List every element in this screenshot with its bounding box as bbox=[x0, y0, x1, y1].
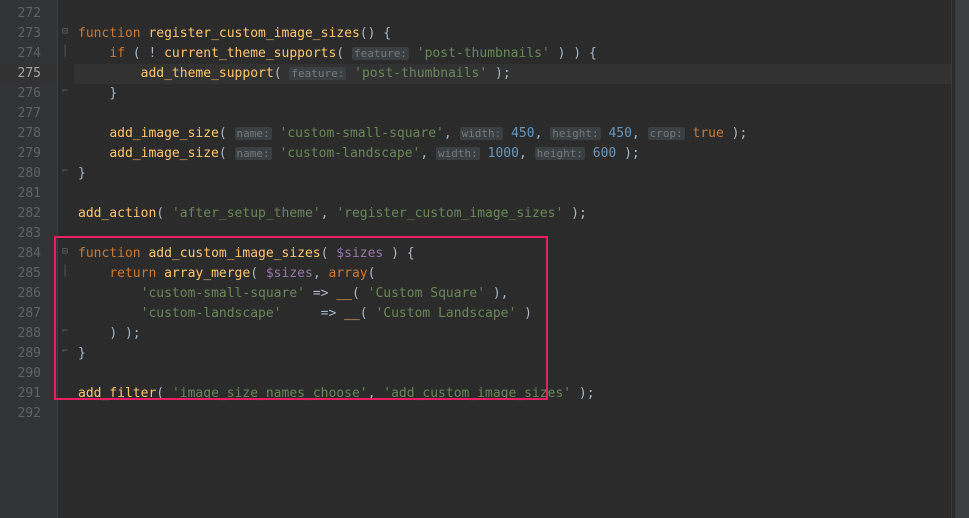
code-line[interactable]: } bbox=[74, 84, 951, 104]
code-editor[interactable]: function register_custom_image_sizes() {… bbox=[74, 0, 951, 518]
param-hint: crop: bbox=[648, 127, 685, 140]
fold-minus-icon[interactable]: ⊟ bbox=[60, 247, 70, 257]
line-number[interactable]: 282 bbox=[0, 204, 57, 224]
code-line[interactable] bbox=[74, 224, 951, 244]
param-hint: name: bbox=[235, 127, 272, 140]
line-number[interactable]: 291 bbox=[0, 384, 57, 404]
code-line[interactable] bbox=[74, 104, 951, 124]
line-number[interactable]: 275 bbox=[0, 64, 57, 84]
code-line[interactable]: if ( ! current_theme_supports( feature: … bbox=[74, 44, 951, 64]
line-number[interactable]: 279 bbox=[0, 144, 57, 164]
code-line[interactable] bbox=[74, 4, 951, 24]
code-line[interactable]: function add_custom_image_sizes( $sizes … bbox=[74, 244, 951, 264]
line-number[interactable]: 280 bbox=[0, 164, 57, 184]
line-number[interactable]: 292 bbox=[0, 404, 57, 424]
fold-end-icon[interactable]: ⌐ bbox=[60, 347, 70, 357]
fold-line-icon: │ bbox=[60, 267, 70, 277]
line-number[interactable]: 286 bbox=[0, 284, 57, 304]
code-line[interactable] bbox=[74, 404, 951, 424]
code-line[interactable]: } bbox=[74, 164, 951, 184]
code-line[interactable] bbox=[74, 184, 951, 204]
line-number[interactable]: 284 bbox=[0, 244, 57, 264]
vertical-scrollbar[interactable] bbox=[955, 0, 969, 518]
line-number[interactable]: 281 bbox=[0, 184, 57, 204]
code-line[interactable]: ) ); bbox=[74, 324, 951, 344]
code-line[interactable] bbox=[74, 364, 951, 384]
code-line[interactable]: add_image_size( name: 'custom-small-squa… bbox=[74, 124, 951, 144]
param-hint: height: bbox=[550, 127, 600, 140]
code-line[interactable]: add_theme_support( feature: 'post-thumbn… bbox=[74, 64, 951, 84]
line-number[interactable]: 287 bbox=[0, 304, 57, 324]
param-hint: name: bbox=[235, 147, 272, 160]
line-number[interactable]: 283 bbox=[0, 224, 57, 244]
line-number[interactable]: 278 bbox=[0, 124, 57, 144]
param-hint: height: bbox=[535, 147, 585, 160]
line-number[interactable]: 289 bbox=[0, 344, 57, 364]
line-number[interactable]: 273 bbox=[0, 24, 57, 44]
line-number[interactable]: 272 bbox=[0, 4, 57, 24]
param-hint: feature: bbox=[289, 67, 346, 80]
line-number[interactable]: 288 bbox=[0, 324, 57, 344]
line-number-gutter: 272 273 274 275 276 277 278 279 280 281 … bbox=[0, 0, 58, 518]
code-line[interactable]: add_action( 'after_setup_theme', 'regist… bbox=[74, 204, 951, 224]
fold-end-icon[interactable]: ⌐ bbox=[60, 87, 70, 97]
line-number[interactable]: 285 bbox=[0, 264, 57, 284]
code-line[interactable]: add_filter( 'image_size_names_choose', '… bbox=[74, 384, 951, 404]
fold-end-icon[interactable]: ⌐ bbox=[60, 327, 70, 337]
code-line[interactable]: 'custom-landscape' => __( 'Custom Landsc… bbox=[74, 304, 951, 324]
code-line[interactable]: } bbox=[74, 344, 951, 364]
line-number[interactable]: 290 bbox=[0, 364, 57, 384]
line-number[interactable]: 277 bbox=[0, 104, 57, 124]
param-hint: feature: bbox=[352, 47, 409, 60]
code-line[interactable]: return array_merge( $sizes, array( bbox=[74, 264, 951, 284]
fold-line-icon: │ bbox=[60, 47, 70, 57]
param-hint: width: bbox=[436, 147, 480, 160]
fold-gutter: ⊟ │ ⌐ ⌐ ⊟ │ ⌐ ⌐ bbox=[58, 0, 74, 518]
line-number[interactable]: 276 bbox=[0, 84, 57, 104]
code-line[interactable]: function register_custom_image_sizes() { bbox=[74, 24, 951, 44]
code-line[interactable]: 'custom-small-square' => __( 'Custom Squ… bbox=[74, 284, 951, 304]
code-line[interactable]: add_image_size( name: 'custom-landscape'… bbox=[74, 144, 951, 164]
line-number[interactable]: 274 bbox=[0, 44, 57, 64]
fold-minus-icon[interactable]: ⊟ bbox=[60, 27, 70, 37]
fold-end-icon[interactable]: ⌐ bbox=[60, 167, 70, 177]
param-hint: width: bbox=[460, 127, 504, 140]
